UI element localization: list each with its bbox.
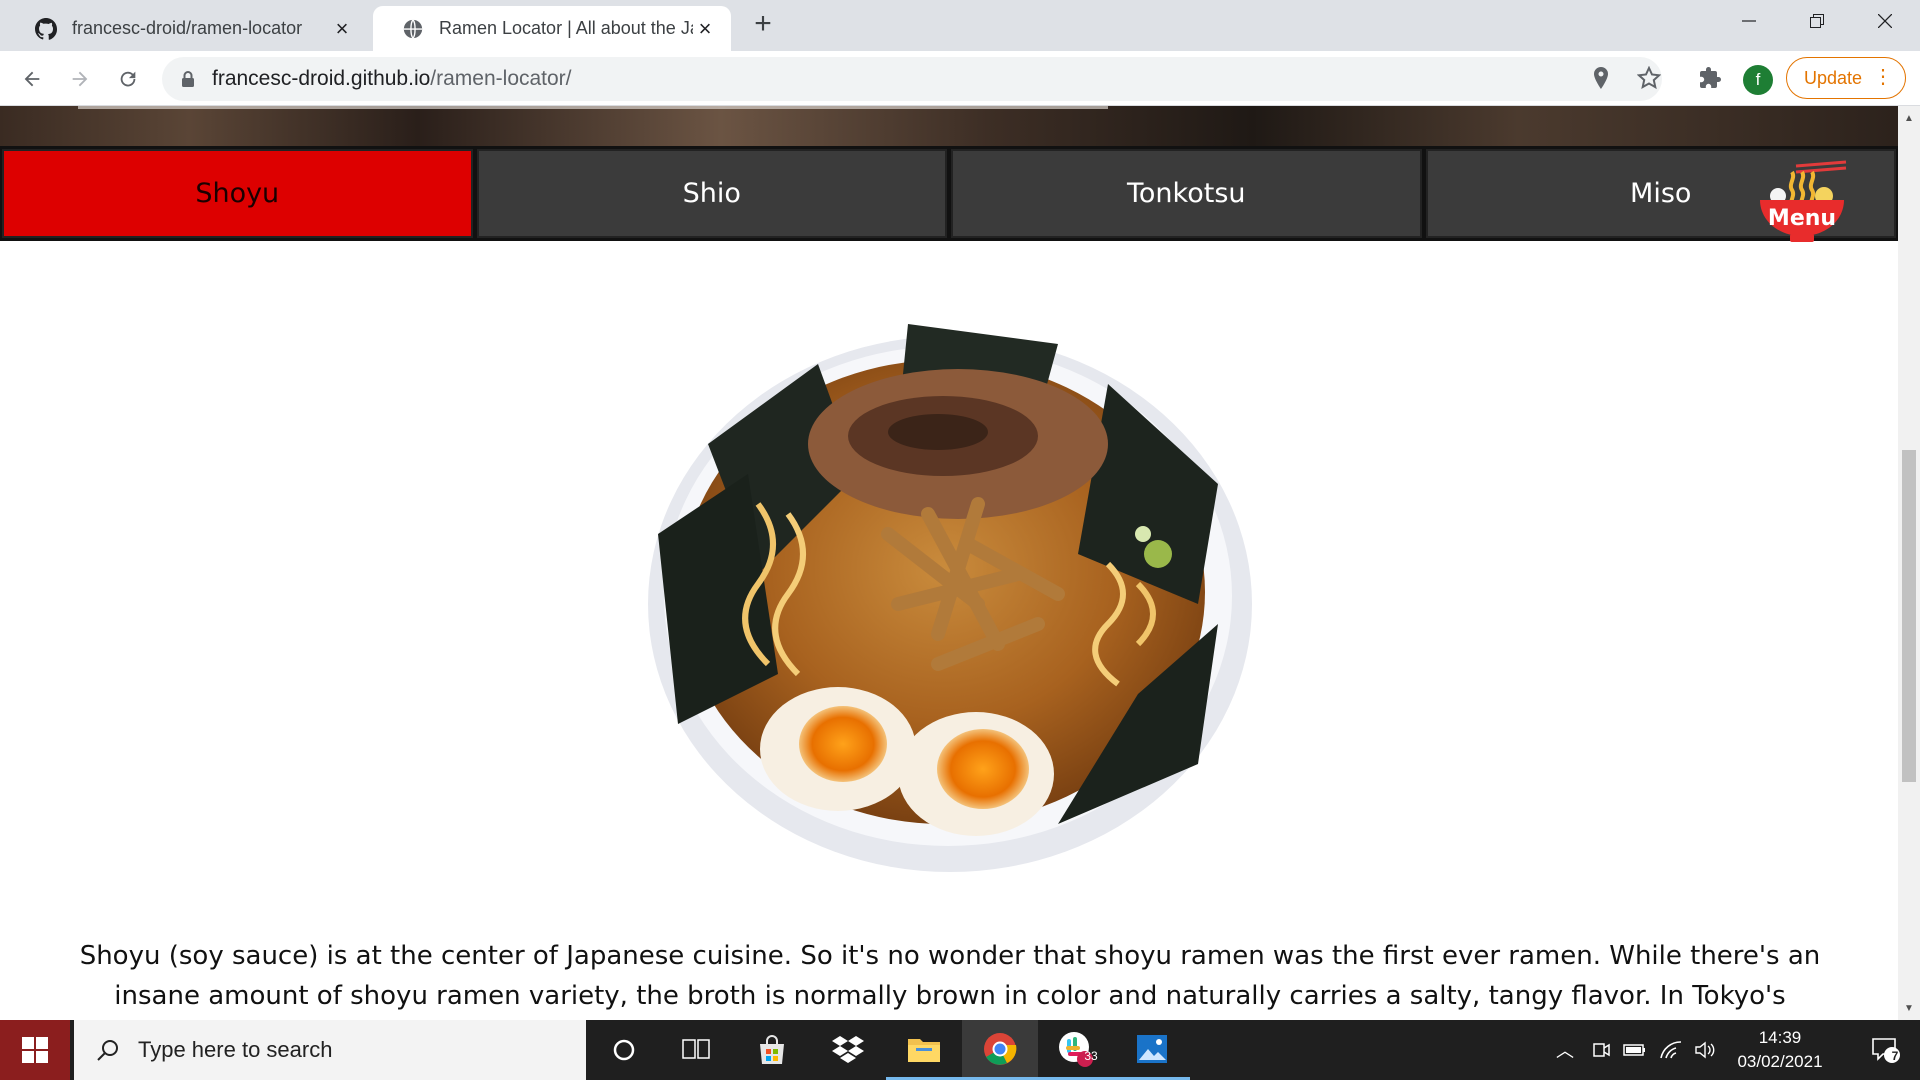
- search-icon: [97, 1040, 118, 1061]
- cortana-button[interactable]: [586, 1020, 662, 1080]
- photos-icon: [1137, 1034, 1167, 1063]
- close-tab-icon[interactable]: ×: [693, 16, 717, 41]
- start-button[interactable]: [0, 1020, 70, 1080]
- show-hidden-icons-chevron-icon[interactable]: ︿: [1550, 1020, 1580, 1080]
- github-icon: [34, 17, 58, 41]
- windows-taskbar: Type here to search 33 ︿ 14:39 03/02/202…: [0, 1020, 1920, 1080]
- profile-avatar[interactable]: f: [1743, 65, 1773, 95]
- scroll-down-arrow-icon[interactable]: ▼: [1898, 998, 1920, 1018]
- close-window-button[interactable]: [1856, 0, 1914, 42]
- page-scrollbar[interactable]: ▲ ▼: [1898, 106, 1920, 1020]
- browser-tab-ramen-locator[interactable]: Ramen Locator | All about the Ja ×: [373, 6, 731, 51]
- menu-button[interactable]: Menu: [1756, 158, 1848, 248]
- lock-icon: [182, 71, 194, 87]
- taskbar-store-app[interactable]: [734, 1020, 810, 1080]
- ramen-tab-shoyu[interactable]: Shoyu: [2, 149, 473, 238]
- address-bar[interactable]: francesc-droid.github.io/ramen-locator/: [162, 57, 1662, 101]
- extensions-puzzle-icon[interactable]: [1695, 63, 1725, 93]
- windows-logo-icon: [22, 1037, 48, 1063]
- search-placeholder: Type here to search: [138, 1037, 333, 1062]
- taskbar-search-box[interactable]: Type here to search: [74, 1020, 586, 1080]
- bookmark-star-icon[interactable]: [1634, 63, 1664, 93]
- browser-tab-bar: francesc-droid/ramen-locator × Ramen Loc…: [0, 0, 1920, 51]
- close-tab-icon[interactable]: ×: [330, 16, 354, 41]
- wifi-icon[interactable]: [1656, 1020, 1686, 1080]
- reload-icon: [120, 71, 136, 87]
- browser-tab-github[interactable]: francesc-droid/ramen-locator ×: [6, 6, 368, 51]
- reload-button[interactable]: [110, 61, 146, 97]
- taskbar-slack-app[interactable]: 33: [1038, 1020, 1114, 1080]
- meet-now-icon[interactable]: [1586, 1020, 1616, 1080]
- store-bag-icon: [760, 1035, 784, 1064]
- task-view-icon: [682, 1039, 710, 1059]
- battery-icon[interactable]: [1620, 1020, 1650, 1080]
- folder-icon: [908, 1038, 940, 1062]
- slack-badge-count: 33: [1084, 1049, 1098, 1063]
- ramen-tab-shio[interactable]: Shio: [476, 149, 947, 238]
- clock-date: 03/02/2021: [1737, 1052, 1823, 1071]
- action-center-button[interactable]: 7: [1856, 1020, 1916, 1080]
- globe-icon: [401, 17, 425, 41]
- taskbar-chrome-app[interactable]: [962, 1020, 1038, 1080]
- update-button[interactable]: Update ⋮: [1786, 57, 1906, 99]
- ramen-type-nav: Shoyu Shio Tonkotsu Miso: [0, 146, 1898, 241]
- new-tab-button[interactable]: +: [748, 9, 778, 40]
- cortana-circle-icon: [613, 1039, 635, 1061]
- scrollbar-thumb[interactable]: [1902, 450, 1916, 782]
- tab-title: Ramen Locator | All about the Ja: [439, 18, 693, 38]
- taskbar-photos-app[interactable]: [1114, 1020, 1190, 1080]
- page-viewport: Shoyu Shio Tonkotsu Miso Menu Shoyu (soy…: [0, 106, 1898, 1020]
- taskbar-clock[interactable]: 14:39 03/02/2021: [1720, 1020, 1840, 1080]
- restore-button[interactable]: [1788, 0, 1846, 42]
- ramen-tab-tonkotsu[interactable]: Tonkotsu: [951, 149, 1422, 238]
- taskbar-file-explorer-app[interactable]: [886, 1020, 962, 1080]
- update-label: Update: [1804, 67, 1863, 88]
- taskbar-dropbox-app[interactable]: [810, 1020, 886, 1080]
- forward-button[interactable]: [62, 61, 98, 97]
- clock-time: 14:39: [1758, 1028, 1802, 1047]
- hero-image-bottom: [0, 106, 1898, 146]
- dropbox-icon: [832, 1036, 864, 1063]
- tab-title: francesc-droid/ramen-locator: [72, 18, 303, 38]
- task-view-button[interactable]: [658, 1020, 734, 1080]
- location-pin-icon[interactable]: [1586, 63, 1616, 93]
- shoyu-ramen-image: [638, 304, 1258, 874]
- kebab-menu-icon: ⋮: [1873, 66, 1893, 88]
- hero-divider: [78, 106, 1108, 109]
- ramen-bowl-icon: [1760, 160, 1847, 242]
- minimize-button[interactable]: [1720, 0, 1778, 42]
- menu-label: Menu: [1767, 206, 1837, 231]
- url-text: francesc-droid.github.io/ramen-locator/: [212, 67, 572, 90]
- back-arrow-icon: [24, 71, 40, 87]
- scroll-up-arrow-icon[interactable]: ▲: [1898, 108, 1920, 128]
- back-button[interactable]: [14, 61, 50, 97]
- notification-count: 7: [1891, 1049, 1899, 1063]
- volume-icon[interactable]: [1690, 1020, 1720, 1080]
- forward-arrow-icon: [72, 71, 88, 87]
- chrome-icon: [984, 1032, 1017, 1065]
- ramen-description: Shoyu (soy sauce) is at the center of Ja…: [79, 941, 1821, 1011]
- browser-toolbar: francesc-droid.github.io/ramen-locator/ …: [0, 51, 1920, 106]
